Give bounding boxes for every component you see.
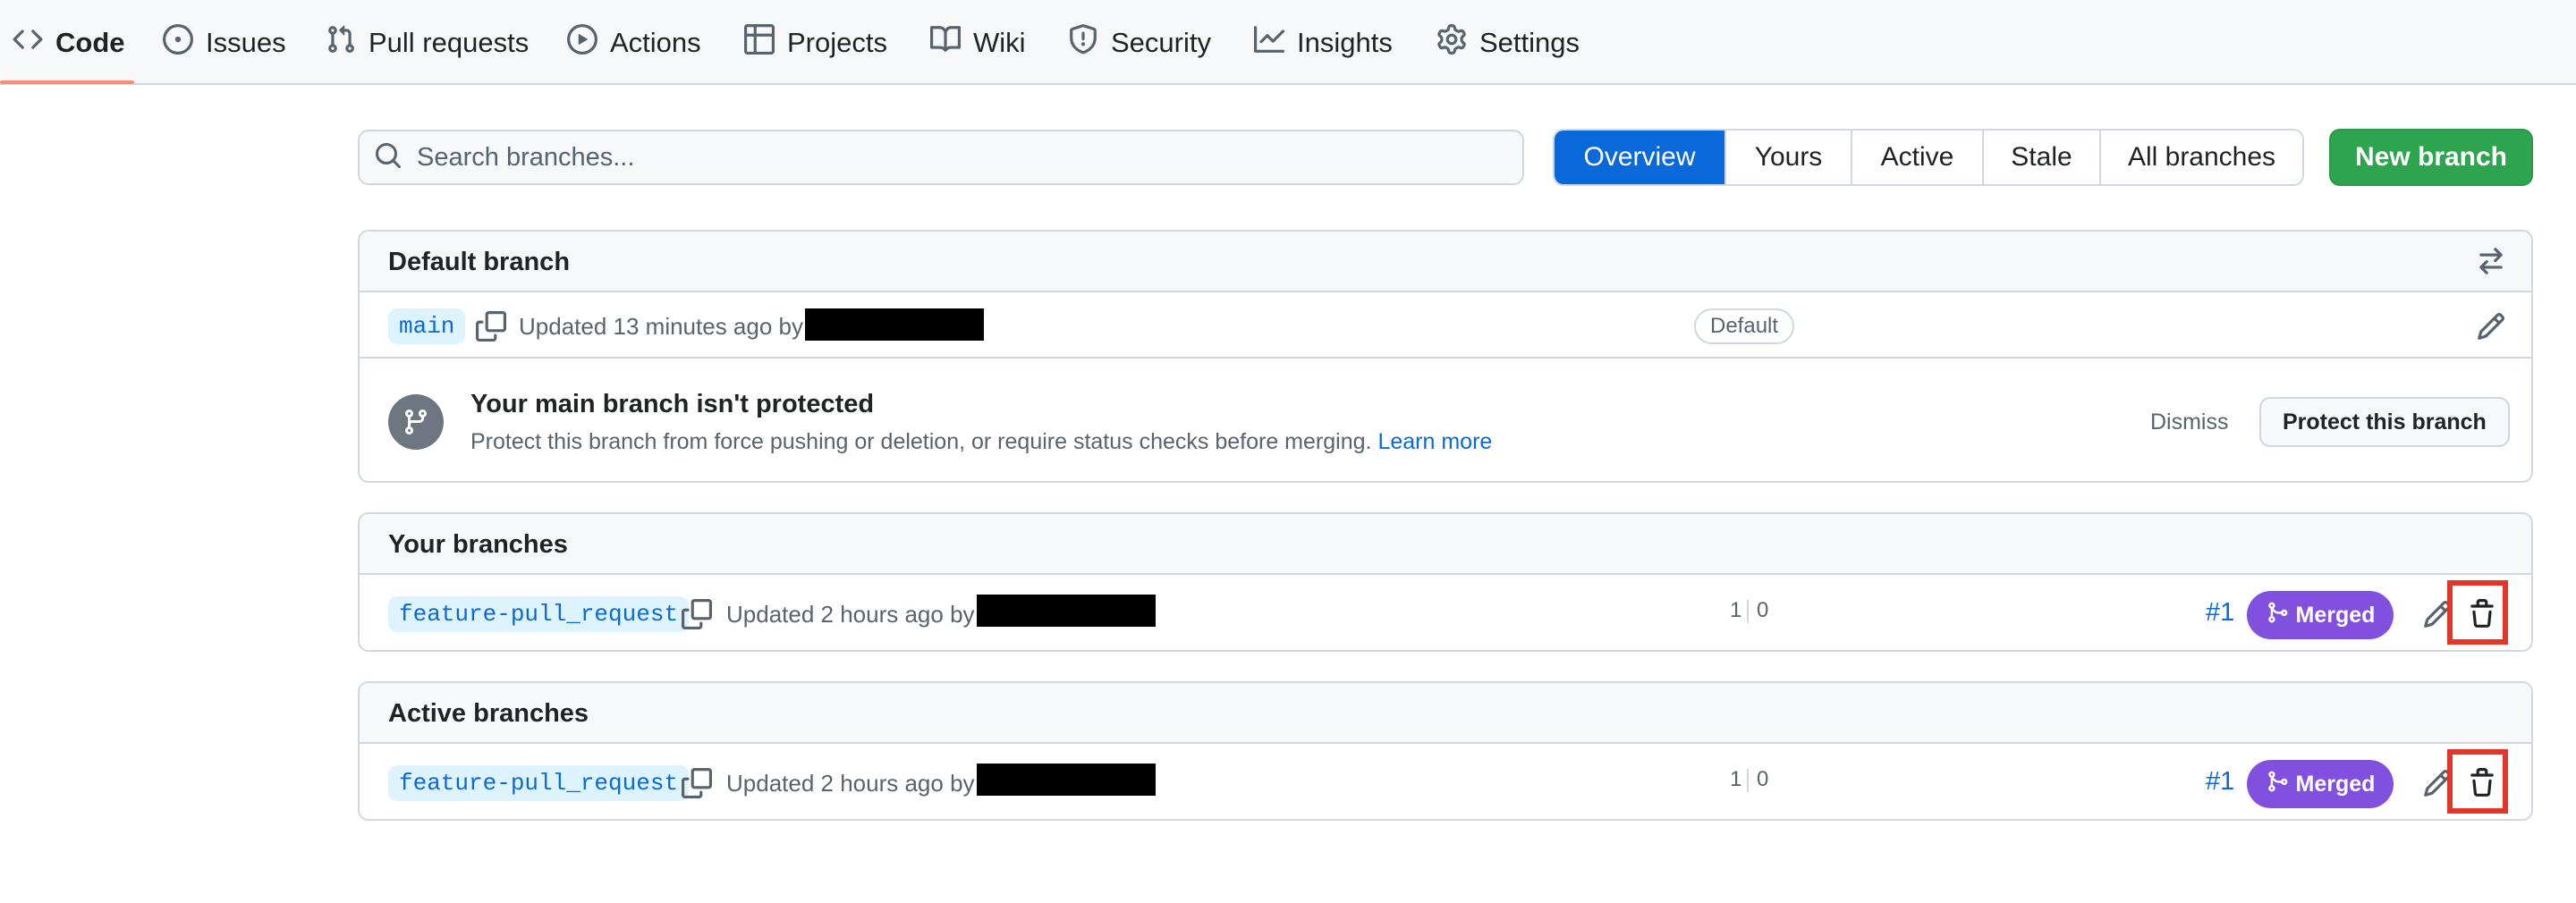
tab-issues-label: Issues — [206, 26, 286, 58]
git-merge-icon — [2266, 770, 2289, 799]
ahead-count: 1 — [1730, 598, 1742, 622]
behind-count: 0 — [1757, 598, 1769, 622]
redacted-author — [977, 595, 1156, 627]
default-branch-header: Default branch — [360, 232, 2531, 292]
tab-security[interactable]: Security — [1068, 0, 1211, 85]
default-branch-box: Default branch main Updated 13 minutes a… — [358, 230, 2533, 483]
filter-all-branches[interactable]: All branches — [2099, 131, 2302, 184]
tab-wiki-label: Wiki — [973, 26, 1026, 58]
git-pull-request-icon — [326, 24, 356, 62]
main-updated-text: Updated 13 minutes ago by — [519, 312, 803, 340]
gear-icon — [1436, 23, 1467, 62]
filter-stale[interactable]: Stale — [1982, 131, 2099, 184]
repo-nav: Code Issues Pull requests Actions Projec… — [0, 0, 2576, 85]
dismiss-button[interactable]: Dismiss — [2150, 401, 2229, 443]
tab-insights-label: Insights — [1297, 26, 1393, 58]
new-branch-button[interactable]: New branch — [2329, 129, 2533, 186]
pencil-icon[interactable] — [2476, 311, 2506, 342]
play-icon — [567, 23, 597, 62]
branch-name-feature[interactable]: feature-pull_request — [388, 765, 690, 801]
merged-status-badge[interactable]: Merged — [2247, 591, 2394, 639]
tab-actions-label: Actions — [610, 26, 701, 58]
your-branches-title: Your branches — [388, 529, 568, 559]
book-icon — [930, 24, 962, 62]
copy-icon[interactable] — [476, 311, 506, 342]
branch-filter-tabs: Overview Yours Active Stale All branches — [1553, 129, 2304, 186]
redacted-author — [977, 764, 1156, 796]
filter-yours[interactable]: Yours — [1724, 131, 1851, 184]
your-branches-header: Your branches — [360, 514, 2531, 575]
active-branches-title: Active branches — [388, 698, 589, 728]
branch-name-main[interactable]: main — [388, 308, 466, 344]
git-branch-icon — [388, 394, 444, 450]
shield-icon — [1068, 23, 1098, 62]
tab-pull-requests-label: Pull requests — [369, 26, 530, 58]
protection-description: Protect this branch from force pushing o… — [470, 425, 1492, 459]
selected-tab-underline — [0, 80, 134, 84]
ahead-behind-divider — [1747, 769, 1749, 792]
feature-updated-text: Updated 2 hours ago by — [726, 769, 975, 797]
ahead-behind-divider — [1747, 600, 1749, 623]
copy-icon[interactable] — [682, 768, 712, 798]
search-icon — [374, 141, 402, 174]
your-branches-box: Your branches feature-pull_request Updat… — [358, 512, 2533, 652]
delete-branch-highlight — [2447, 580, 2508, 645]
tab-issues[interactable]: Issues — [163, 0, 286, 85]
copy-icon[interactable] — [682, 599, 712, 629]
default-badge: Default — [1694, 308, 1795, 344]
active-branches-header: Active branches — [360, 683, 2531, 744]
tab-projects[interactable]: Projects — [744, 0, 887, 85]
tab-actions[interactable]: Actions — [567, 0, 701, 85]
arrow-switch-icon[interactable] — [2476, 246, 2506, 276]
pull-request-link[interactable]: #1 — [2206, 767, 2234, 797]
graph-icon — [1254, 24, 1284, 62]
redacted-author — [805, 308, 984, 341]
merged-status-badge[interactable]: Merged — [2247, 760, 2394, 808]
tab-security-label: Security — [1111, 26, 1211, 58]
tab-code[interactable]: Code — [13, 0, 125, 85]
learn-more-link[interactable]: Learn more — [1377, 429, 1492, 455]
ahead-count: 1 — [1730, 767, 1742, 791]
tab-pull-requests[interactable]: Pull requests — [326, 0, 529, 85]
branch-name-feature[interactable]: feature-pull_request — [388, 596, 690, 632]
pull-request-link[interactable]: #1 — [2206, 598, 2234, 628]
git-merge-icon — [2266, 601, 2289, 630]
merged-status-label: Merged — [2295, 771, 2376, 797]
delete-branch-highlight — [2447, 749, 2508, 814]
row-divider — [360, 357, 2531, 359]
tab-settings[interactable]: Settings — [1436, 0, 1580, 85]
tab-code-label: Code — [55, 26, 125, 58]
tab-insights[interactable]: Insights — [1254, 0, 1393, 85]
active-branches-box: Active branches feature-pull_request Upd… — [358, 681, 2533, 821]
issue-opened-icon — [163, 23, 193, 62]
protection-title: Your main branch isn't protected — [470, 389, 875, 418]
default-branch-title: Default branch — [388, 247, 571, 276]
code-icon — [13, 24, 43, 62]
feature-updated-text: Updated 2 hours ago by — [726, 600, 975, 628]
tab-settings-label: Settings — [1479, 26, 1580, 58]
protection-description-text: Protect this branch from force pushing o… — [470, 428, 1372, 454]
tab-projects-label: Projects — [787, 26, 887, 58]
tab-wiki[interactable]: Wiki — [930, 0, 1026, 85]
protect-branch-button[interactable]: Protect this branch — [2259, 397, 2510, 447]
merged-status-label: Merged — [2295, 602, 2376, 628]
filter-active[interactable]: Active — [1851, 131, 1982, 184]
table-icon — [744, 23, 775, 62]
search-branches[interactable] — [358, 130, 1524, 185]
filter-overview[interactable]: Overview — [1555, 131, 1724, 184]
search-input[interactable] — [417, 142, 1490, 173]
behind-count: 0 — [1757, 767, 1769, 791]
